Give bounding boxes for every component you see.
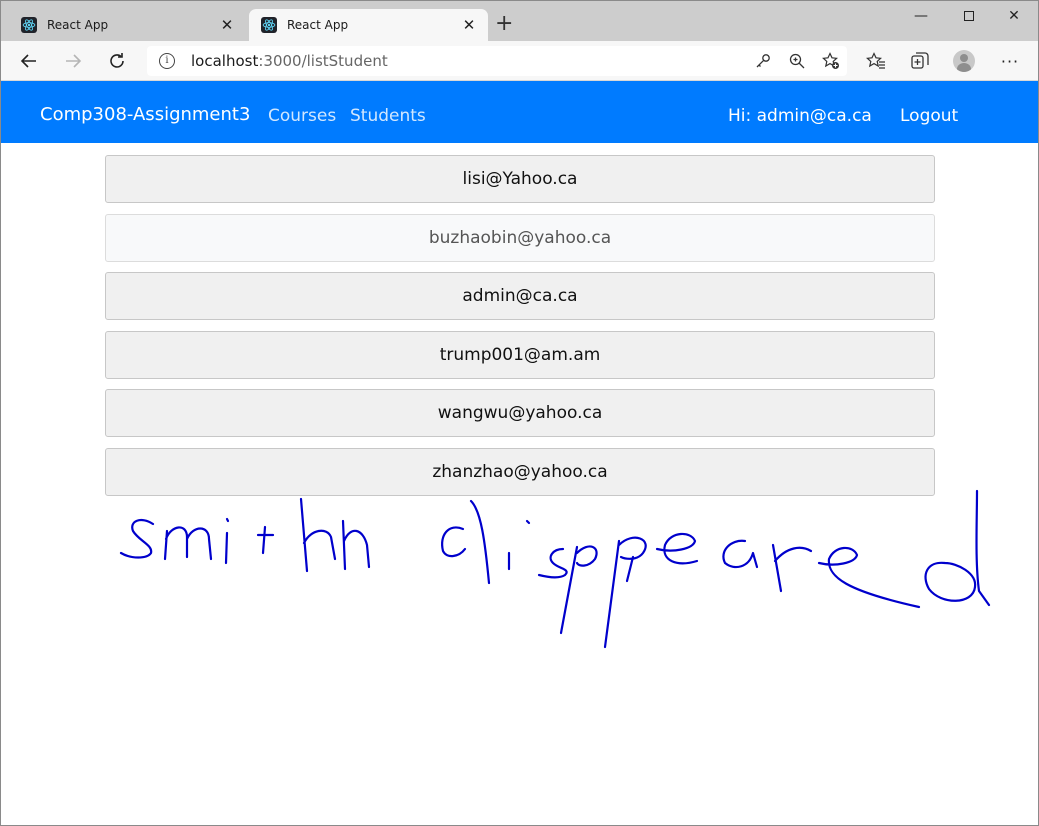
list-item[interactable]: trump001@am.am: [105, 330, 935, 379]
logout-link[interactable]: Logout: [900, 105, 958, 127]
tab-title: React App: [287, 18, 349, 32]
more-menu-icon[interactable]: ···: [999, 50, 1021, 72]
list-item[interactable]: admin@ca.ca: [105, 272, 935, 321]
react-icon: [21, 17, 37, 33]
user-greeting: Hi: admin@ca.ca: [728, 106, 872, 126]
add-favorite-icon[interactable]: [821, 51, 841, 71]
browser-tab-2[interactable]: React App ✕: [249, 9, 488, 41]
zoom-icon[interactable]: [787, 51, 807, 71]
react-icon: [261, 17, 277, 33]
refresh-icon[interactable]: [105, 49, 129, 73]
info-icon[interactable]: i: [159, 53, 175, 69]
window-close-icon[interactable]: ✕: [991, 5, 1037, 27]
minimize-icon[interactable]: —: [898, 5, 944, 27]
list-item[interactable]: zhanzhao@yahoo.ca: [105, 447, 935, 496]
close-icon[interactable]: ✕: [216, 16, 238, 34]
profile-avatar[interactable]: [953, 50, 975, 72]
browser-tab-1[interactable]: React App ✕: [9, 9, 246, 41]
close-icon[interactable]: ✕: [458, 16, 480, 34]
back-arrow-icon[interactable]: [17, 49, 41, 73]
collections-icon[interactable]: [909, 50, 931, 72]
list-item[interactable]: buzhaobin@yahoo.ca: [105, 213, 935, 262]
address-bar[interactable]: i localhost:3000/listStudent: [147, 46, 847, 76]
list-item[interactable]: lisi@Yahoo.ca: [105, 155, 935, 203]
student-list: lisi@Yahoo.ca buzhaobin@yahoo.ca admin@c…: [105, 155, 935, 507]
list-item[interactable]: wangwu@yahoo.ca: [105, 389, 935, 438]
app-navbar: Comp308-Assignment3 Courses Students Hi:…: [1, 81, 1038, 143]
tab-title: React App: [47, 18, 109, 32]
url-text: localhost:3000/listStudent: [191, 52, 388, 70]
forward-arrow-icon[interactable]: [61, 49, 85, 73]
key-icon[interactable]: [753, 51, 773, 71]
new-tab-icon[interactable]: +: [495, 12, 513, 36]
nav-link-courses[interactable]: Courses: [268, 105, 336, 127]
favorites-icon[interactable]: [865, 50, 887, 72]
tab-strip: React App ✕ React App ✕ + — ✕: [1, 1, 1038, 41]
browser-toolbar: i localhost:3000/listStudent ···: [1, 41, 1038, 81]
navbar-brand[interactable]: Comp308-Assignment3: [40, 104, 250, 126]
nav-link-students[interactable]: Students: [350, 105, 426, 127]
maximize-icon[interactable]: [946, 5, 992, 27]
